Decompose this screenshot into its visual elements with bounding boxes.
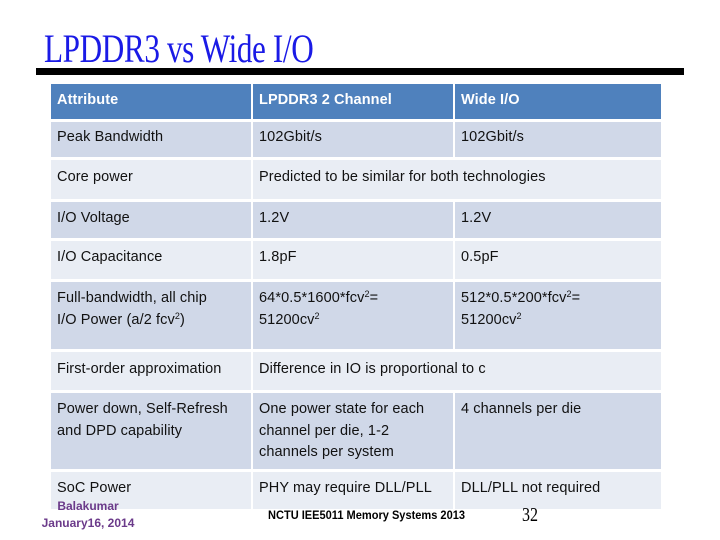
lpddr3-cell: 1.2V (253, 202, 453, 238)
footer-date: January16, 2014 (41, 516, 135, 530)
formula-text: 512*0.5*200*fcv (461, 290, 567, 306)
merged-cell: Difference in IO is proportional to c (253, 352, 661, 390)
footer-author-block: Balakumar January16, 2014 (30, 498, 146, 532)
wide-io-cell: DLL/PLL not required (455, 471, 661, 509)
table-row: Peak Bandwidth 102Gbit/s 102Gbit/s (51, 122, 661, 157)
attribute-line: I/O Power (a/2 fcv (57, 311, 175, 328)
wide-io-cell: 1.2V (455, 202, 661, 238)
table-row: Power down, Self-Refresh and DPD capabil… (51, 393, 661, 469)
wide-io-cell: 102Gbit/s (455, 122, 661, 157)
attribute-line: Full-bandwidth, all chip (57, 290, 207, 306)
lpddr3-cell: 1.8pF (253, 241, 453, 279)
attribute-cell: Full-bandwidth, all chip I/O Power (a/2 … (51, 282, 251, 349)
formula-text: 64*0.5*1600*fcv (259, 290, 365, 306)
table-row: I/O Voltage 1.2V 1.2V (51, 202, 661, 238)
wide-io-cell: 0.5pF (455, 241, 661, 279)
header-lpddr3: LPDDR3 2 Channel (253, 84, 453, 119)
wide-io-cell: 512*0.5*200*fcv2= 51200cv2 (455, 282, 661, 349)
lpddr3-cell: 102Gbit/s (253, 122, 453, 157)
attribute-cell: I/O Capacitance (51, 241, 251, 279)
slide-title: LPDDR3 vs Wide I/O (44, 26, 314, 71)
wide-io-cell: 4 channels per die (455, 393, 661, 469)
footer-author: Balakumar (57, 499, 119, 513)
formula-suffix: = (571, 290, 581, 306)
attribute-line-suffix: ) (179, 311, 185, 328)
comparison-table: Attribute LPDDR3 2 Channel Wide I/O Peak… (49, 81, 663, 512)
footer-course: NCTU IEE5011 Memory Systems 2013 (268, 508, 465, 522)
attribute-cell: I/O Voltage (51, 202, 251, 238)
attribute-cell: First-order approximation (51, 352, 251, 390)
table-header-row: Attribute LPDDR3 2 Channel Wide I/O (51, 84, 661, 119)
header-attribute: Attribute (51, 84, 251, 119)
lpddr3-cell: PHY may require DLL/PLL (253, 471, 453, 509)
merged-cell: Predicted to be similar for both technol… (253, 160, 661, 199)
formula-result: 51200cv (259, 311, 315, 328)
page-number: 32 (522, 504, 538, 526)
attribute-cell: Core power (51, 160, 251, 199)
table-row: Full-bandwidth, all chip I/O Power (a/2 … (51, 282, 661, 349)
attribute-cell: Peak Bandwidth (51, 122, 251, 157)
lpddr3-cell: One power state for each channel per die… (253, 393, 453, 469)
table-row: I/O Capacitance 1.8pF 0.5pF (51, 241, 661, 279)
table-row: Core power Predicted to be similar for b… (51, 160, 661, 199)
table-row: First-order approximation Difference in … (51, 352, 661, 390)
title-divider (36, 68, 684, 75)
formula-suffix: = (369, 290, 379, 306)
attribute-cell: Power down, Self-Refresh and DPD capabil… (51, 393, 251, 469)
superscript: 2 (314, 310, 320, 321)
lpddr3-cell: 64*0.5*1600*fcv2= 51200cv2 (253, 282, 453, 349)
formula-result: 51200cv (461, 311, 517, 328)
header-wide-io: Wide I/O (455, 84, 661, 119)
superscript: 2 (516, 310, 522, 321)
